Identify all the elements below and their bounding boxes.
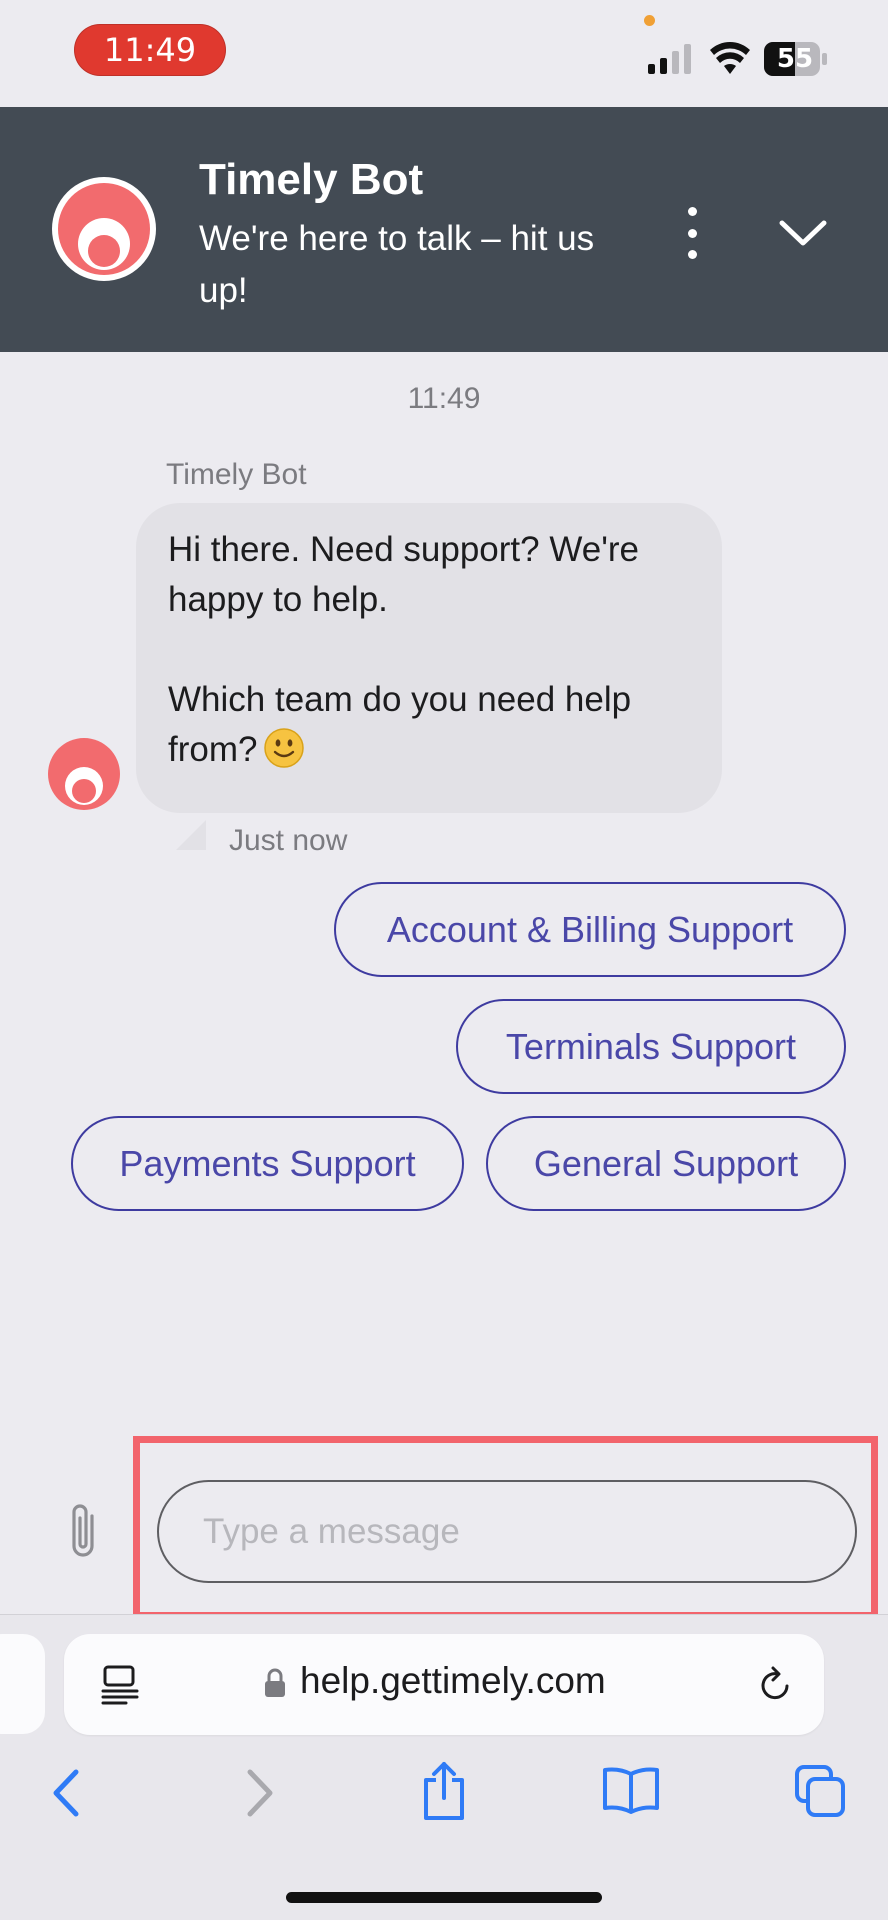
forward-arrow-icon[interactable] (240, 1768, 280, 1818)
paperclip-icon[interactable] (64, 1502, 104, 1562)
message-line: Which team do you need help (168, 680, 632, 719)
message-line: from? (168, 730, 258, 769)
message-status: Just now (229, 824, 348, 857)
previous-tab-preview[interactable] (0, 1634, 45, 1734)
share-icon[interactable] (420, 1760, 468, 1822)
tabs-icon[interactable] (794, 1764, 846, 1818)
privacy-indicator-dot (644, 15, 655, 26)
bubble-tail (176, 820, 206, 850)
reload-icon[interactable] (756, 1664, 796, 1706)
bot-name: Timely Bot (199, 155, 424, 204)
chevron-down-icon[interactable] (776, 213, 830, 253)
lock-icon (265, 1668, 285, 1697)
quick-reply-account-billing[interactable]: Account & Billing Support (334, 882, 846, 977)
message-line: happy to help. (168, 580, 388, 619)
quick-reply-general[interactable]: General Support (486, 1116, 846, 1211)
back-arrow-icon[interactable] (46, 1768, 86, 1818)
reader-mode-icon[interactable] (100, 1664, 140, 1706)
bot-avatar-small (48, 738, 120, 810)
url-text: help.gettimely.com (300, 1660, 606, 1701)
more-vertical-icon (687, 207, 697, 216)
sender-name: Timely Bot (166, 458, 307, 491)
chat-header: Timely Bot We're here to talk – hit us u… (0, 107, 888, 352)
bot-avatar (52, 177, 156, 281)
smiley-emoji-icon (264, 728, 305, 768)
cellular-signal-icon (648, 44, 691, 74)
wifi-icon (710, 42, 750, 74)
status-bar: 11:49 55 (0, 0, 888, 107)
bot-message-bubble: Hi there. Need support? We're happy to h… (136, 503, 722, 813)
quick-reply-terminals[interactable]: Terminals Support (456, 999, 846, 1094)
status-time: 11:49 (74, 24, 226, 76)
composer-highlight-box (133, 1436, 878, 1619)
bot-tagline: We're here to talk – hit us up! (199, 219, 595, 310)
message-timestamp: 11:49 (407, 382, 481, 415)
home-indicator (286, 1892, 602, 1903)
battery-level: 55 (776, 44, 814, 74)
chat-page: 11:49 55 Timely Bot We're here to talk –… (0, 0, 888, 1920)
message-line: Hi there. Need support? We're (168, 530, 639, 569)
address-bar[interactable]: help.gettimely.com (64, 1634, 824, 1735)
more-options-button[interactable] (670, 205, 714, 261)
quick-reply-payments[interactable]: Payments Support (71, 1116, 464, 1211)
bookmarks-icon[interactable] (602, 1766, 660, 1814)
